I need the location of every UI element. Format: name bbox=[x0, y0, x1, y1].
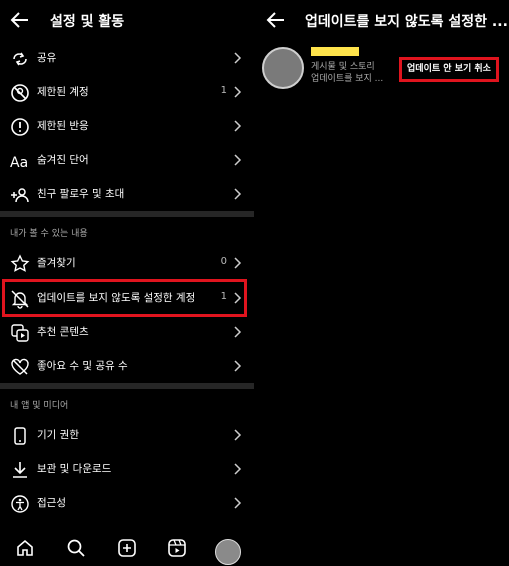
chevron-right-icon bbox=[234, 360, 242, 372]
settings-row-restricted-reactions[interactable]: 제한된 반응 bbox=[0, 109, 254, 143]
description-line: 게시물 및 스토리 bbox=[311, 62, 375, 72]
phone-icon bbox=[14, 427, 26, 445]
add-person-icon bbox=[11, 188, 29, 203]
chevron-right-icon bbox=[234, 497, 242, 509]
back-arrow-icon[interactable] bbox=[266, 10, 286, 30]
settings-activity-panel: 설정 및 활동 공유 제한된 계정 1 제한된 반응 Aa 숨겨진 단어 친구 … bbox=[0, 0, 254, 566]
search-icon[interactable] bbox=[66, 538, 86, 558]
back-arrow-icon[interactable] bbox=[10, 10, 30, 30]
svg-text:Aa: Aa bbox=[10, 155, 28, 171]
page-title: 업데이트를 보지 않도록 설정한 ... bbox=[305, 14, 508, 30]
top-bar: 설정 및 활동 bbox=[0, 0, 254, 40]
chevron-right-icon bbox=[234, 120, 242, 132]
chevron-right-icon bbox=[234, 429, 242, 441]
chevron-right-icon bbox=[234, 188, 242, 200]
muted-accounts-panel: 업데이트를 보지 않도록 설정한 ... 게시물 및 스토리 업데이트를 보지 … bbox=[256, 0, 509, 566]
settings-row-share[interactable]: 공유 bbox=[0, 41, 254, 75]
download-icon bbox=[13, 462, 27, 478]
suggested-content-icon bbox=[11, 324, 29, 342]
text-aa-icon: Aa bbox=[10, 155, 28, 171]
restricted-user-icon bbox=[11, 84, 29, 102]
chevron-right-icon bbox=[234, 52, 242, 64]
chevron-right-icon bbox=[234, 86, 242, 98]
row-label: 제한된 계정 bbox=[37, 86, 89, 98]
settings-row-suggested-content[interactable]: 추천 콘텐츠 bbox=[0, 315, 254, 349]
username-redacted bbox=[311, 47, 359, 56]
chevron-right-icon bbox=[234, 257, 242, 269]
accessibility-icon bbox=[11, 495, 29, 513]
settings-row-hidden-words[interactable]: Aa 숨겨진 단어 bbox=[0, 143, 254, 177]
description-line: 업데이트를 보지 ... bbox=[311, 74, 384, 84]
heart-off-icon bbox=[11, 358, 29, 375]
row-label: 보관 및 다운로드 bbox=[37, 463, 112, 475]
home-icon[interactable] bbox=[15, 538, 35, 558]
chevron-right-icon bbox=[234, 463, 242, 475]
row-label: 친구 팔로우 및 초대 bbox=[37, 188, 125, 200]
row-label: 추천 콘텐츠 bbox=[37, 326, 89, 338]
settings-row-follow-invite[interactable]: 친구 팔로우 및 초대 bbox=[0, 177, 254, 211]
settings-row-restricted-accounts[interactable]: 제한된 계정 1 bbox=[0, 75, 254, 109]
star-icon bbox=[10, 254, 30, 272]
row-label: 즐겨찾기 bbox=[37, 257, 76, 269]
row-label: 좋아요 수 및 공유 수 bbox=[37, 360, 128, 372]
settings-row-accessibility[interactable]: 접근성 bbox=[0, 486, 254, 520]
settings-row-archive-download[interactable]: 보관 및 다운로드 bbox=[0, 452, 254, 486]
top-bar: 업데이트를 보지 않도록 설정한 ... bbox=[256, 0, 509, 40]
profile-avatar[interactable] bbox=[215, 539, 241, 565]
section-header: 내 앱 및 미디어 bbox=[10, 401, 69, 411]
reels-icon[interactable] bbox=[167, 538, 187, 558]
settings-row-like-share-counts[interactable]: 좋아요 수 및 공유 수 bbox=[0, 349, 254, 383]
section-header: 내가 볼 수 있는 내용 bbox=[10, 229, 88, 239]
highlight-box bbox=[2, 279, 247, 317]
account-avatar[interactable] bbox=[262, 47, 304, 89]
share-icon bbox=[13, 52, 27, 66]
row-label: 공유 bbox=[37, 52, 57, 64]
settings-row-device-permissions[interactable]: 기기 권한 bbox=[0, 418, 254, 452]
section-divider bbox=[0, 211, 254, 217]
row-label: 제한된 반응 bbox=[37, 120, 89, 132]
row-label: 숨겨진 단어 bbox=[37, 154, 89, 166]
row-label: 접근성 bbox=[37, 497, 66, 509]
account-description: 게시물 및 스토리 업데이트를 보지 ... bbox=[311, 61, 383, 85]
row-label: 기기 권한 bbox=[37, 429, 79, 441]
chevron-right-icon bbox=[234, 154, 242, 166]
row-count: 0 bbox=[220, 256, 227, 267]
row-count: 1 bbox=[220, 85, 227, 96]
section-divider bbox=[0, 383, 254, 389]
settings-row-favorites[interactable]: 즐겨찾기 0 bbox=[0, 246, 254, 280]
page-title: 설정 및 활동 bbox=[50, 14, 125, 30]
unmute-button[interactable]: 업데이트 안 보기 취소 bbox=[399, 57, 499, 82]
create-post-icon[interactable] bbox=[117, 538, 137, 558]
alert-circle-icon bbox=[11, 118, 29, 136]
chevron-right-icon bbox=[234, 326, 242, 338]
